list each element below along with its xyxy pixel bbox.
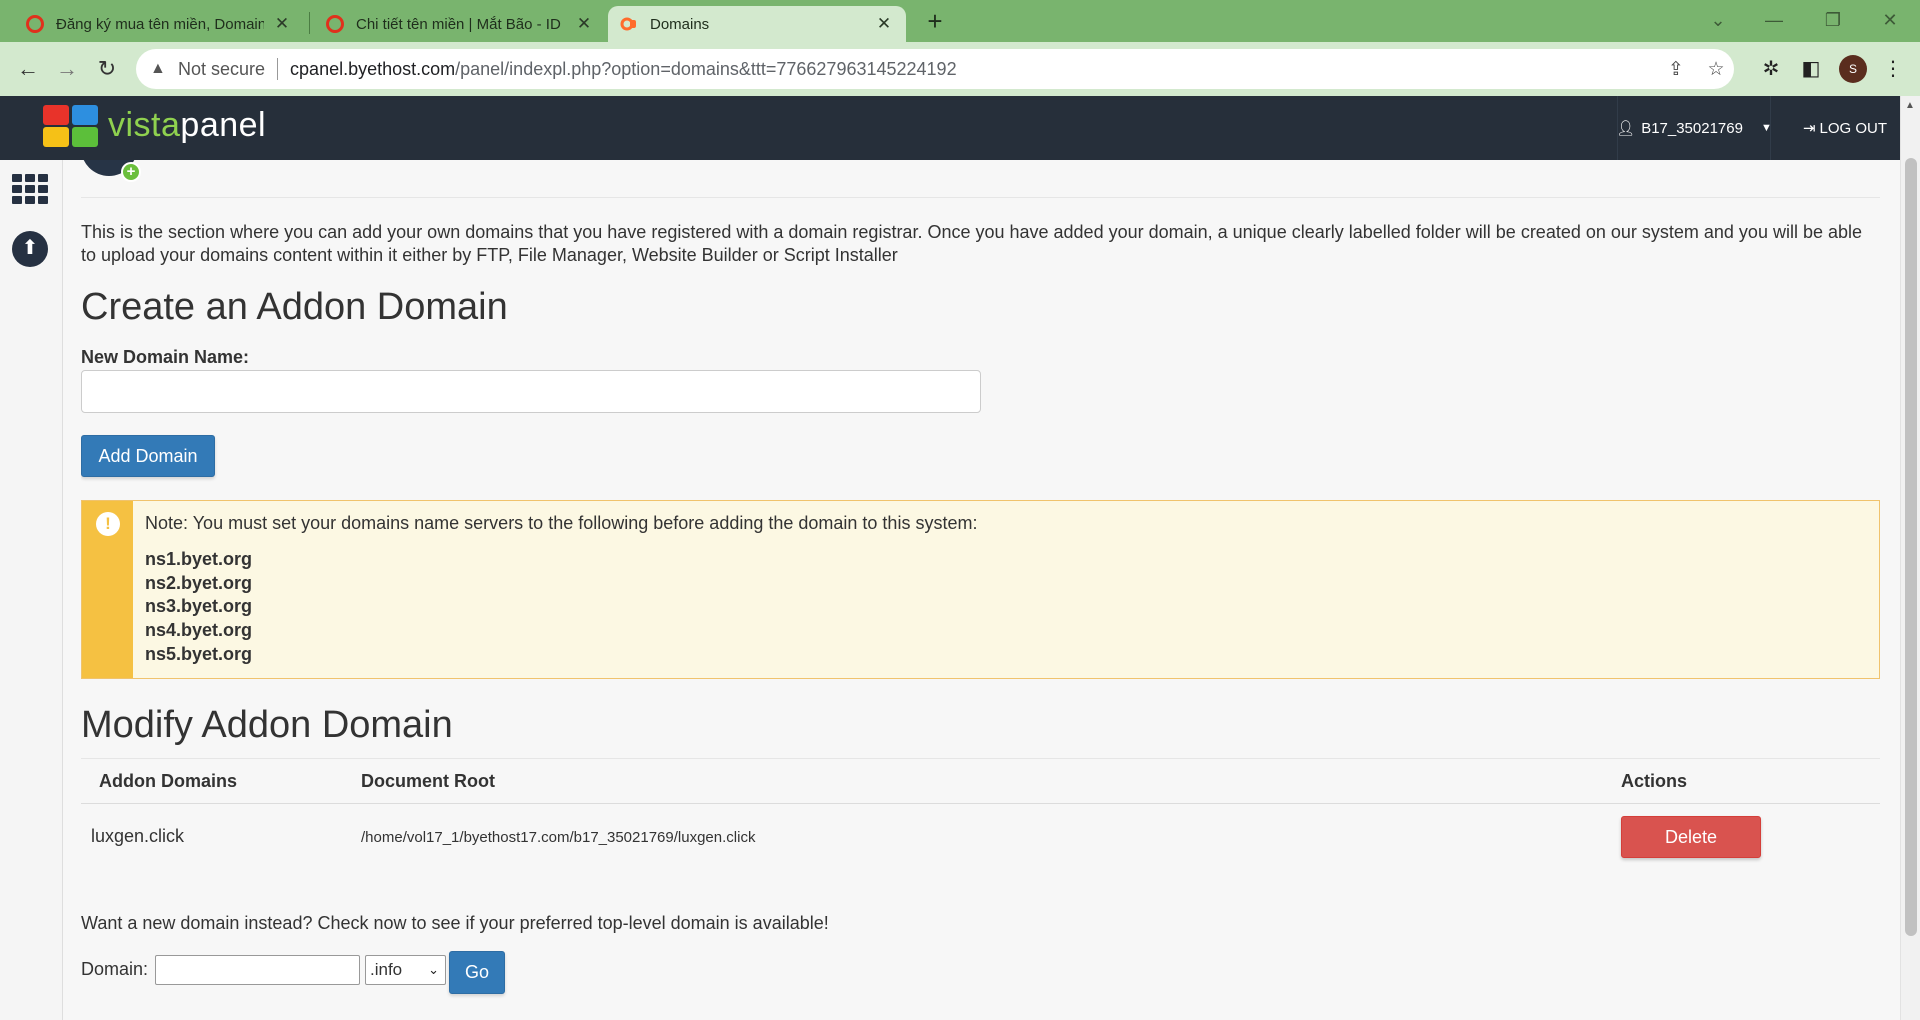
logout-label: LOG OUT [1819, 119, 1888, 137]
close-icon[interactable]: ✕ [272, 14, 292, 34]
opera-icon [326, 15, 344, 33]
divider [277, 58, 279, 80]
nameserver-list: ns1.byet.org ns2.byet.org ns3.byet.org n… [145, 548, 252, 667]
intro-text: This is the section where you can add yo… [81, 222, 1863, 265]
address-bar[interactable]: ▲ Not secure cpanel.byethost.com /panel/… [136, 49, 1734, 89]
plus-icon: + [121, 162, 141, 182]
new-tab-button[interactable]: + [918, 8, 952, 36]
browser-tab-bar: Đăng ký mua tên miền, Domain, ✕ Chi tiết… [0, 0, 1920, 42]
tld-select[interactable]: .info ⌄ [365, 955, 446, 985]
nameserver-item: ns4.byet.org [145, 620, 253, 641]
vistapanel-logo-icon [43, 105, 99, 147]
domain-label: Domain: [81, 959, 149, 979]
divider [81, 197, 1880, 198]
browser-tab-1[interactable]: Đăng ký mua tên miền, Domain, ✕ [14, 6, 304, 42]
new-domain-input[interactable] [81, 370, 981, 413]
page-scrollbar[interactable]: ▲ [1900, 96, 1920, 1020]
browser-tab-2[interactable]: Chi tiết tên miền | Mắt Bão - ID P ✕ [314, 6, 606, 42]
opera-icon [26, 15, 44, 33]
tab-title: Đăng ký mua tên miền, Domain, [56, 15, 264, 33]
vistapanel-header: vistapanel 👤︎ B17_35021769 ▼ ⇥ LOG OUT [0, 96, 1900, 160]
domain-search-prompt: Want a new domain instead? Check now to … [81, 913, 829, 933]
main-content: + Addon Domains This is the section wher… [81, 160, 1880, 1020]
col-header-document-root: Document Root [361, 771, 495, 791]
caret-down-icon: ▼ [1760, 122, 1772, 134]
browser-tab-active[interactable]: Domains ✕ [608, 6, 906, 42]
go-button[interactable]: Go [449, 951, 505, 994]
new-domain-label: New Domain Name: [81, 347, 250, 367]
forward-icon[interactable]: → [52, 54, 82, 84]
note-text: Note: You must set your domains name ser… [145, 513, 978, 533]
col-header-addon-domains: Addon Domains [99, 771, 237, 791]
vistapanel-logo[interactable]: vistapanel [108, 106, 266, 145]
side-panel-icon[interactable]: ◧ [1797, 55, 1825, 83]
window-close-icon[interactable]: ✕ [1870, 6, 1910, 34]
col-header-actions: Actions [1621, 771, 1688, 791]
nameserver-item: ns2.byet.org [145, 572, 253, 593]
table-top-border [81, 758, 1880, 759]
user-icon: 👤︎ [1616, 120, 1636, 137]
reload-icon[interactable]: ↻ [92, 54, 122, 84]
table-header-border [81, 803, 1880, 804]
tab-title: Domains [650, 15, 710, 33]
browser-toolbar: ← → ↻ ▲ Not secure cpanel.byethost.com /… [0, 42, 1920, 96]
upload-icon[interactable]: ⬆ [12, 231, 48, 267]
delete-button[interactable]: Delete [1621, 816, 1761, 858]
domain-search-input[interactable] [155, 955, 360, 985]
create-heading: Create an Addon Domain [81, 286, 508, 328]
exclamation-icon: ! [96, 512, 120, 536]
security-label: Not secure [178, 58, 266, 79]
page-title: Addon Domains [153, 160, 480, 170]
back-icon[interactable]: ← [13, 54, 43, 84]
restore-icon[interactable]: ❐ [1813, 6, 1853, 34]
chevron-down-icon: ⌄ [428, 962, 439, 977]
nameserver-note: ! Note: You must set your domains name s… [81, 500, 1880, 679]
scrollbar-thumb[interactable] [1905, 158, 1917, 936]
logout-icon: ⇥ [1802, 120, 1816, 137]
username: B17_35021769 [1641, 119, 1743, 137]
warning-icon: ▲ [150, 60, 166, 77]
nameserver-item: ns5.byet.org [145, 643, 253, 664]
document-root-cell: /home/vol17_1/byethost17.com/b17_3502176… [361, 829, 756, 846]
cpanel-icon [620, 17, 636, 31]
addon-domain-icon: + [81, 160, 141, 182]
tab-search-icon[interactable]: ⌄ [1698, 6, 1738, 34]
nameserver-item: ns3.byet.org [145, 596, 253, 617]
close-icon[interactable]: ✕ [574, 14, 594, 34]
tab-title: Chi tiết tên miền | Mắt Bão - ID P [356, 15, 566, 33]
nameserver-item: ns1.byet.org [145, 549, 253, 569]
profile-avatar[interactable]: S [1839, 55, 1867, 83]
modify-heading: Modify Addon Domain [81, 704, 453, 746]
extensions-icon[interactable]: ✲ [1757, 55, 1785, 83]
url-host: cpanel.byethost.com [290, 58, 456, 79]
addon-domain-cell: luxgen.click [91, 826, 185, 846]
tld-selected-value: .info [370, 960, 403, 979]
scroll-up-icon[interactable]: ▲ [1905, 100, 1915, 111]
url-path: /panel/indexpl.php?option=domains&ttt=77… [455, 58, 957, 79]
logout-button[interactable]: ⇥ LOG OUT [1790, 96, 1900, 160]
note-accent-bar: ! [82, 501, 133, 678]
menu-kebab-icon[interactable]: ⋮ [1879, 55, 1907, 83]
close-icon[interactable]: ✕ [874, 14, 894, 34]
apps-grid-icon[interactable] [12, 174, 48, 206]
left-sidebar: ⬆ [0, 160, 63, 1020]
user-menu[interactable]: 👤︎ B17_35021769 ▼ [1616, 96, 1772, 160]
share-icon[interactable]: ⇪ [1664, 58, 1688, 82]
tab-separator [309, 12, 310, 34]
bookmark-star-icon[interactable]: ☆ [1704, 58, 1728, 82]
add-domain-button[interactable]: Add Domain [81, 435, 215, 477]
minimize-icon[interactable]: — [1754, 6, 1794, 34]
